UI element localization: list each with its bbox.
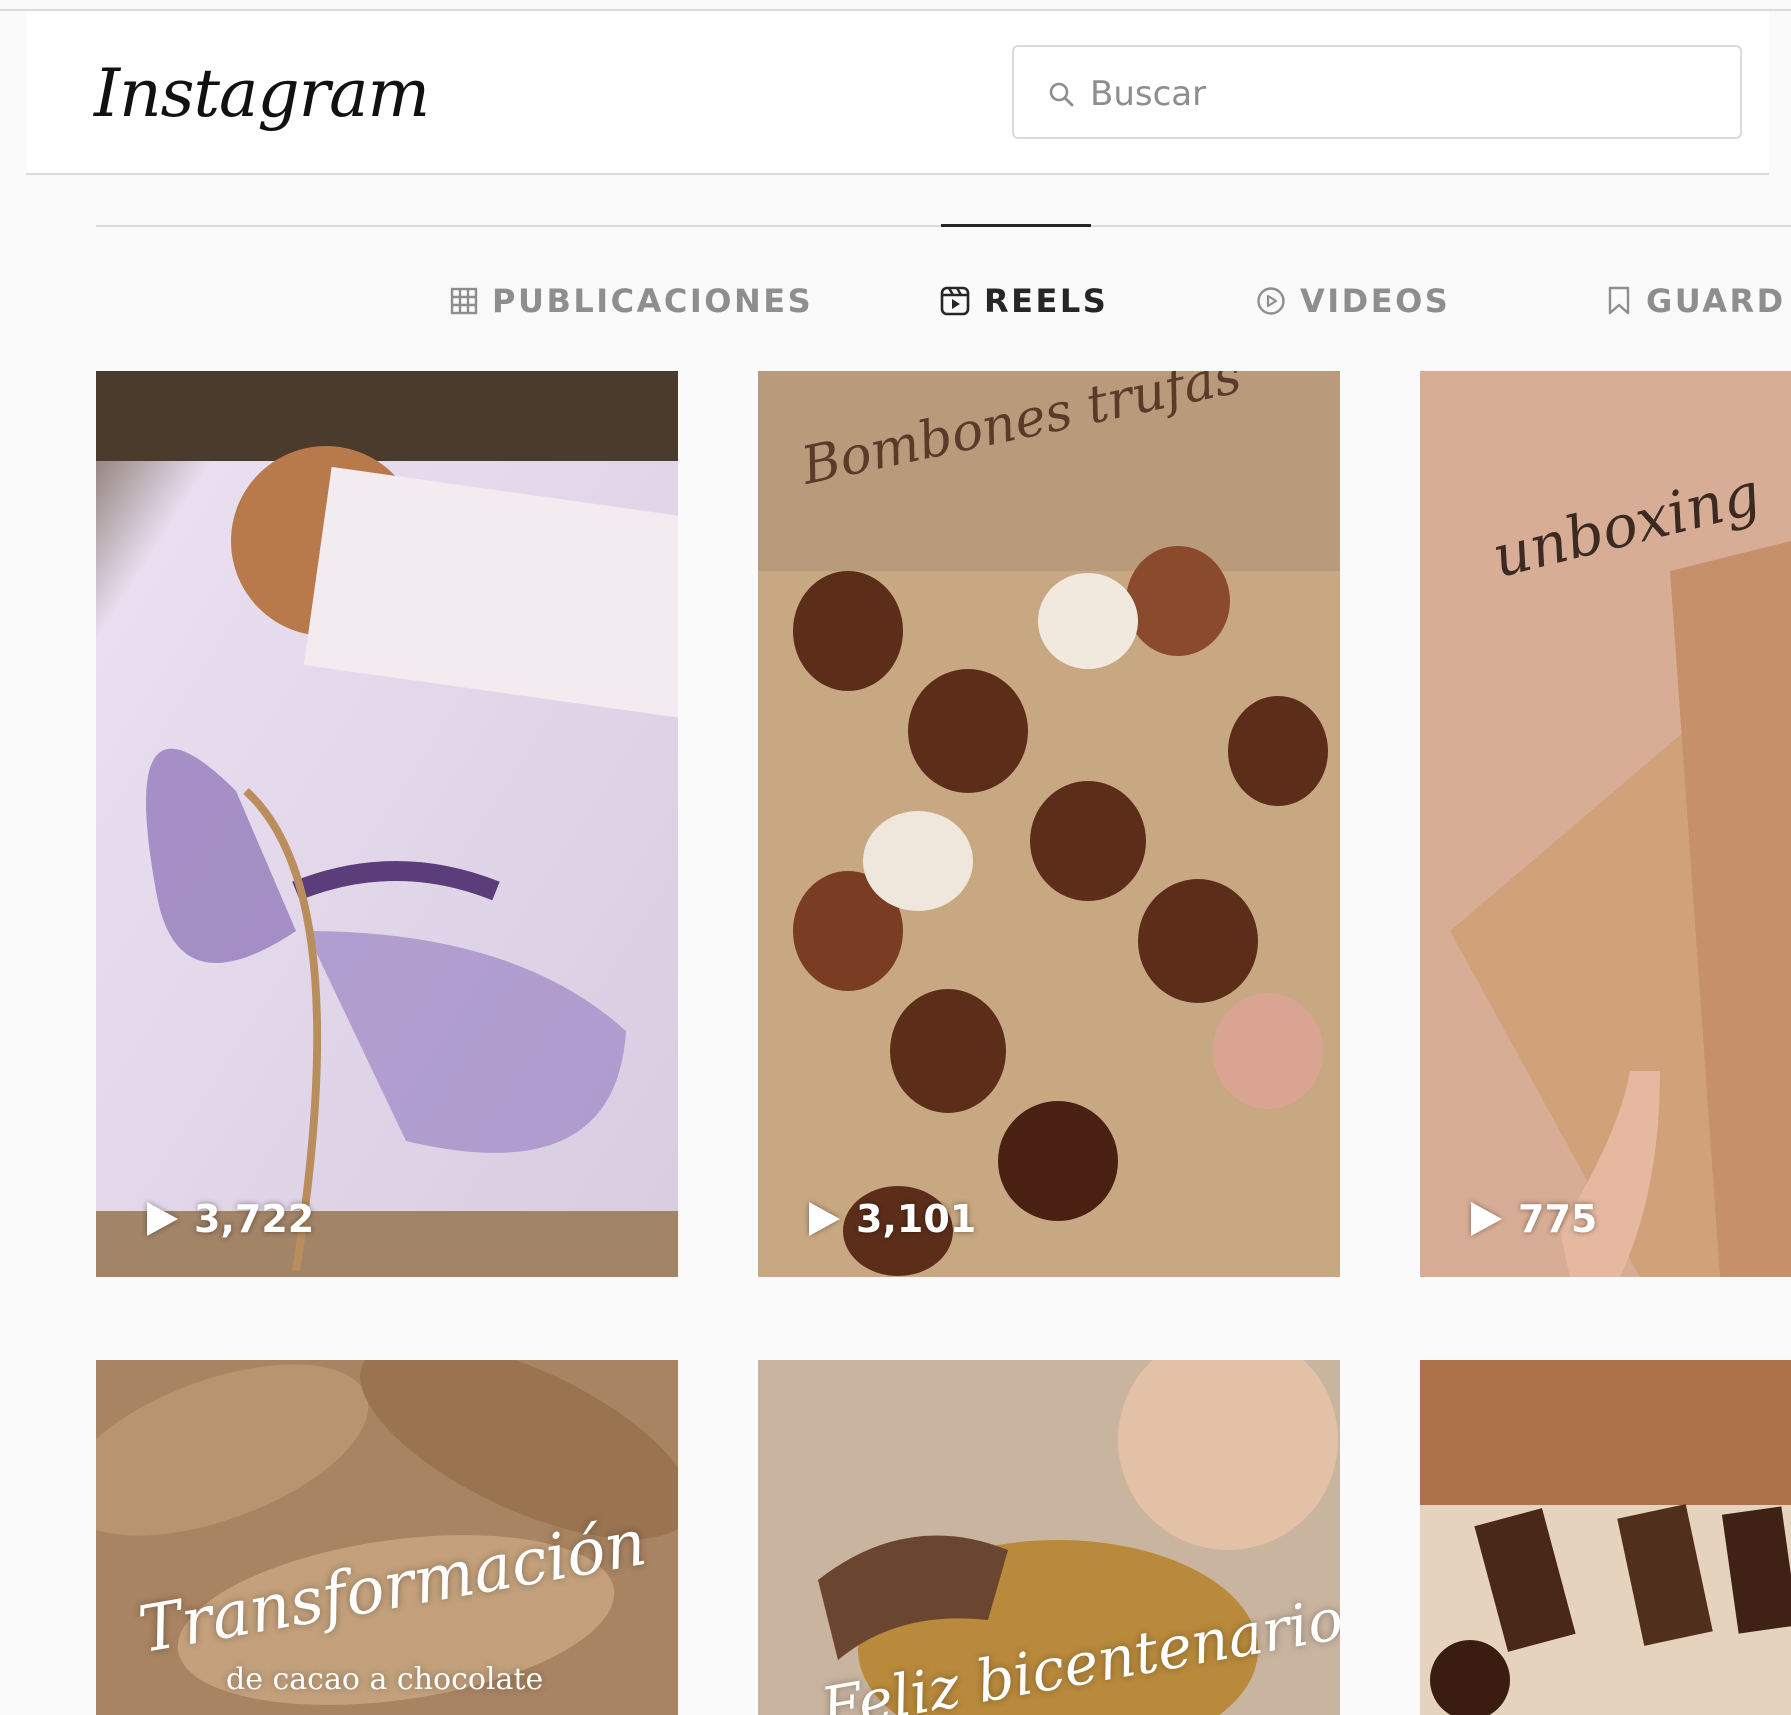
tab-label: VIDEOS xyxy=(1300,282,1451,320)
view-count: 3,722 xyxy=(144,1197,314,1241)
header-bar: Instagram xyxy=(26,11,1769,175)
tab-label: PUBLICACIONES xyxy=(492,282,814,320)
search-input[interactable] xyxy=(1088,61,1712,127)
reel-tile[interactable]: Transformación de cacao a chocolate xyxy=(96,1360,678,1715)
view-count-value: 3,722 xyxy=(194,1197,315,1241)
tab-publicaciones[interactable]: PUBLICACIONES xyxy=(450,278,813,324)
reel-thumbnail-bonbons xyxy=(758,371,1340,1277)
view-count-value: 775 xyxy=(1518,1197,1598,1241)
reel-thumbnail-butterfly xyxy=(96,371,678,1277)
bookmark-icon xyxy=(1608,286,1630,315)
tab-videos[interactable]: VIDEOS xyxy=(1256,278,1450,324)
search-box[interactable] xyxy=(1012,45,1742,139)
view-count: 775 xyxy=(1468,1197,1597,1241)
reel-tile[interactable]: unboxing 775 xyxy=(1420,371,1791,1277)
view-count-value: 3,101 xyxy=(856,1197,977,1241)
play-icon xyxy=(809,1202,840,1236)
tab-reels[interactable]: REELS xyxy=(940,278,1108,324)
reel-thumbnail-chocolate-bars xyxy=(1420,1360,1791,1715)
reels-icon xyxy=(940,286,970,316)
tab-label: GUARD xyxy=(1646,282,1786,320)
reel-tile[interactable]: 3,722 xyxy=(96,371,678,1277)
play-icon xyxy=(1471,1202,1502,1236)
play-icon xyxy=(147,1202,178,1236)
reel-overlay-subtext: de cacao a chocolate xyxy=(226,1662,544,1697)
tab-guardado[interactable]: GUARD xyxy=(1606,278,1786,324)
active-tab-indicator xyxy=(941,224,1091,227)
reel-tile[interactable]: Bombones trufas 3,101 xyxy=(758,371,1340,1277)
instagram-logo[interactable]: Instagram xyxy=(94,55,430,132)
play-circle-icon xyxy=(1257,287,1285,315)
reel-tile[interactable]: Feliz bicentenario xyxy=(758,1360,1340,1715)
grid-icon xyxy=(450,287,478,315)
reel-tile[interactable] xyxy=(1420,1360,1791,1715)
view-count: 3,101 xyxy=(806,1197,976,1241)
instagram-profile-page: Instagram PUBLICACIONES REELS xyxy=(0,0,1791,1715)
tab-label: REELS xyxy=(984,282,1109,320)
search-icon xyxy=(1049,82,1074,107)
